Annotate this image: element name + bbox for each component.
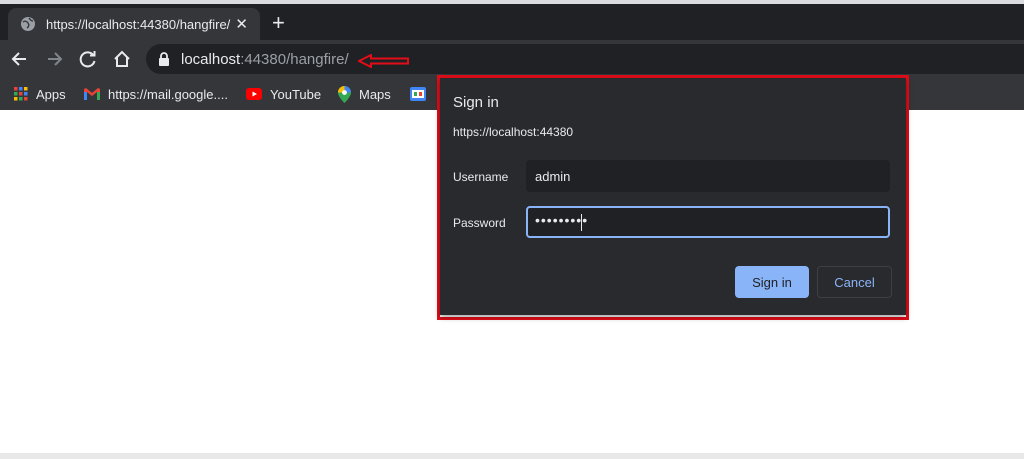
youtube-icon [246,88,262,100]
password-label: Password [453,216,506,230]
google-edu-icon [410,87,426,101]
bookmark-youtube[interactable]: YouTube [246,83,321,105]
lock-icon[interactable] [158,52,170,66]
annotation-arrow-icon [358,54,409,68]
username-label: Username [453,170,509,184]
tab-title: https://localhost:44380/hangfire/ [46,16,231,32]
sign-in-dialog: Sign in https://localhost:44380 Username… [440,78,906,315]
apps-grid-icon [14,87,28,101]
dialog-title: Sign in [453,94,499,111]
browser-toolbar: localhost:44380/hangfire/ [0,40,1024,78]
bookmark-label: Maps [359,86,391,102]
reload-icon[interactable] [78,49,98,69]
bookmark-label: Apps [36,86,66,102]
bookmark-maps[interactable]: Maps [338,83,391,105]
dialog-origin: https://localhost:44380 [453,125,574,139]
address-bar[interactable]: localhost:44380/hangfire/ [146,44,1024,74]
home-icon[interactable] [112,49,132,69]
forward-icon[interactable] [44,49,64,69]
url-host: localhost [181,50,241,68]
bookmark-google-edu[interactable] [410,83,434,105]
browser-tab[interactable]: https://localhost:44380/hangfire/ ✕ [8,8,260,40]
text-caret [581,214,582,231]
gmail-icon [84,88,100,100]
sign-in-button[interactable]: Sign in [735,266,809,298]
new-tab-button[interactable]: + [272,12,285,34]
globe-icon [21,17,35,31]
back-icon[interactable] [10,49,30,69]
bookmark-label: https://mail.google.... [108,86,228,102]
close-tab-icon[interactable]: ✕ [235,15,248,33]
bookmark-label: YouTube [270,86,322,102]
cancel-button[interactable]: Cancel [817,266,892,298]
maps-pin-icon [338,85,351,103]
page-bottom-edge [0,453,1024,459]
bookmark-apps[interactable]: Apps [14,83,66,105]
url-path: :44380/hangfire/ [240,50,349,68]
username-field[interactable] [526,160,890,192]
bookmark-gmail[interactable]: https://mail.google.... [84,83,228,105]
tab-strip: https://localhost:44380/hangfire/ ✕ + [0,0,1024,40]
